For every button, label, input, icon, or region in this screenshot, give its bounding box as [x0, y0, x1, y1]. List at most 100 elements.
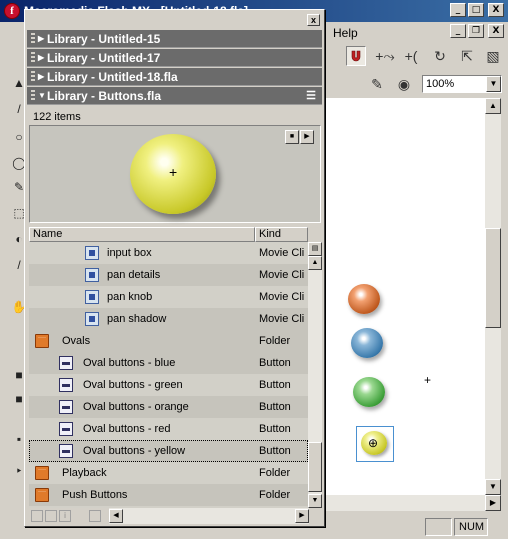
library-header-label: Library - Buttons.fla	[47, 89, 162, 103]
library-header-untitled-15[interactable]: ▶ Library - Untitled-15	[27, 30, 322, 48]
movie-clip-icon	[85, 268, 99, 282]
collapsed-arrow-icon[interactable]: ▶	[38, 68, 44, 86]
collapsed-arrow-icon[interactable]: ▶	[38, 30, 44, 48]
scroll-up-icon[interactable]: ▲	[485, 98, 501, 114]
library-footer: i ◀ ▶	[29, 508, 322, 524]
list-horizontal-scrollbar[interactable]: ◀ ▶	[109, 508, 309, 524]
folder-icon	[35, 488, 49, 502]
grip-icon[interactable]	[31, 33, 35, 45]
item-name: pan knob	[107, 291, 153, 303]
item-name: Oval buttons - red	[83, 423, 171, 435]
close-button[interactable]: X	[488, 3, 504, 17]
stage-horizontal-scrollbar[interactable]: ▶	[325, 495, 501, 511]
button-icon	[59, 356, 73, 370]
options-menu-icon[interactable]: ☰	[306, 87, 316, 105]
scroll-up-icon[interactable]: ▲	[308, 256, 322, 270]
table-row[interactable]: pan details Movie Cli	[29, 264, 308, 286]
folder-row[interactable]: Playback Folder	[29, 462, 308, 484]
scroll-right-icon[interactable]: ▶	[485, 495, 501, 511]
expanded-arrow-icon[interactable]: ▼	[38, 87, 46, 105]
scroll-thumb[interactable]	[485, 228, 501, 328]
scroll-thumb[interactable]	[308, 442, 322, 492]
crosshair-icon: +	[424, 373, 432, 387]
item-name: Oval buttons - yellow	[83, 445, 186, 457]
collapsed-arrow-icon[interactable]: ▶	[38, 49, 44, 67]
library-header-untitled-17[interactable]: ▶ Library - Untitled-17	[27, 49, 322, 67]
magnet-icon[interactable]	[346, 46, 366, 66]
delete-icon[interactable]	[89, 510, 101, 522]
table-row[interactable]: Oval buttons - green Button	[29, 374, 308, 396]
stroke-color-icon[interactable]: ✎	[367, 74, 387, 94]
library-drag-bar[interactable]: x	[25, 10, 324, 30]
folder-row[interactable]: Push Buttons Folder	[29, 484, 308, 506]
table-row[interactable]: input box Movie Cli	[29, 242, 308, 264]
play-button[interactable]: ▶	[300, 130, 314, 144]
table-row[interactable]: Oval buttons - blue Button	[29, 352, 308, 374]
chevron-down-icon[interactable]: ▼	[486, 76, 501, 92]
doc-restore-button[interactable]: ❐	[468, 24, 484, 38]
table-row[interactable]: Oval buttons - yellow Button	[29, 440, 308, 462]
properties-icon[interactable]: i	[59, 510, 71, 522]
grip-icon[interactable]	[31, 90, 35, 102]
doc-close-button[interactable]: X	[488, 24, 504, 38]
panel-toggle-icon[interactable]: ▤	[308, 242, 322, 256]
minimize-button[interactable]: _	[450, 3, 466, 17]
new-symbol-icon[interactable]	[31, 510, 43, 522]
library-header-label: Library - Untitled-18.fla	[47, 70, 178, 84]
column-header-kind[interactable]: Kind	[255, 227, 308, 242]
oval-button-orange[interactable]	[348, 284, 380, 314]
item-kind: Button	[259, 423, 291, 435]
rotate-icon[interactable]: ↻	[430, 46, 450, 66]
menu-help[interactable]: Help	[333, 26, 358, 40]
item-name: Oval buttons - green	[83, 379, 183, 391]
button-icon	[59, 378, 73, 392]
item-name: input box	[107, 247, 152, 259]
column-headers: Name Kind	[29, 227, 308, 242]
smooth-icon[interactable]: +⤳	[375, 46, 395, 66]
item-kind: Button	[259, 445, 291, 457]
table-row[interactable]: pan shadow Movie Cli	[29, 308, 308, 330]
table-row[interactable]: Oval buttons - orange Button	[29, 396, 308, 418]
scroll-left-icon[interactable]: ◀	[109, 509, 123, 523]
scroll-right-icon[interactable]: ▶	[295, 509, 309, 523]
grip-icon[interactable]	[31, 71, 35, 83]
new-folder-icon[interactable]	[45, 510, 57, 522]
item-kind: Folder	[259, 335, 291, 347]
column-header-name[interactable]: Name	[29, 227, 255, 242]
library-header-untitled-18[interactable]: ▶ Library - Untitled-18.fla	[27, 68, 322, 86]
library-header-label: Library - Untitled-17	[47, 51, 161, 65]
align-icon[interactable]: ▧	[483, 46, 503, 66]
button-icon	[59, 422, 73, 436]
table-row[interactable]: pan knob Movie Cli	[29, 286, 308, 308]
item-kind: Movie Cli	[259, 313, 305, 325]
button-icon	[59, 444, 73, 458]
list-vertical-scrollbar[interactable]: ▤ ▲ ▼	[308, 242, 322, 508]
folder-icon	[35, 466, 49, 480]
table-row[interactable]: Oval buttons - red Button	[29, 418, 308, 440]
scroll-down-icon[interactable]: ▼	[308, 494, 322, 508]
item-kind: Movie Cli	[259, 291, 305, 303]
maximize-button[interactable]: □	[468, 3, 484, 17]
library-close-button[interactable]: x	[307, 14, 320, 26]
library-header-buttons[interactable]: ▼ Library - Buttons.fla ☰	[27, 87, 322, 105]
status-cell	[425, 518, 452, 536]
button-icon	[59, 400, 73, 414]
zoom-select[interactable]: 100% ▼	[422, 75, 502, 93]
grip-icon[interactable]	[31, 52, 35, 64]
fill-color-icon[interactable]: ◉	[394, 74, 414, 94]
flash-logo-icon[interactable]: f	[4, 3, 20, 19]
item-kind: Movie Cli	[259, 269, 305, 281]
stop-button[interactable]: ■	[285, 130, 299, 144]
oval-button-green[interactable]	[353, 377, 385, 407]
straighten-icon[interactable]: +(	[401, 46, 421, 66]
stage-vertical-scrollbar[interactable]: ▲ ▼	[485, 98, 501, 495]
folder-row[interactable]: Ovals Folder	[29, 330, 308, 352]
doc-minimize-button[interactable]: _	[450, 24, 466, 38]
item-kind: Folder	[259, 489, 291, 501]
item-name: Push Buttons	[62, 489, 128, 501]
item-name: Playback	[62, 467, 107, 479]
scroll-down-icon[interactable]: ▼	[485, 479, 501, 495]
scale-icon[interactable]: ⇱	[457, 46, 477, 66]
item-kind: Movie Cli	[259, 247, 305, 259]
oval-button-blue[interactable]	[351, 328, 383, 358]
